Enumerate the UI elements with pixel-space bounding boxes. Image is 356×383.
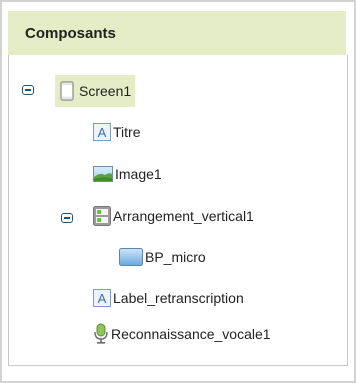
tree-node-label: BP_micro xyxy=(145,249,206,265)
tree-node-image1[interactable]: Image1 xyxy=(93,161,162,187)
tree-node-label: Arrangement_vertical1 xyxy=(113,208,254,224)
tree-node-label: Screen1 xyxy=(79,83,132,99)
tree-node-label-retranscription[interactable]: A Label_retranscription xyxy=(93,285,244,311)
screen-icon xyxy=(57,81,77,101)
svg-text:A: A xyxy=(98,291,107,306)
arrangement-collapse-toggle[interactable] xyxy=(61,213,73,223)
tree-node-titre[interactable]: A Titre xyxy=(93,119,140,145)
tree-node-label: Label_retranscription xyxy=(113,290,244,306)
tree-node-label: Titre xyxy=(113,124,141,140)
panel-title: Composants xyxy=(25,25,116,42)
label-icon: A xyxy=(93,123,111,141)
svg-text:A: A xyxy=(98,125,107,140)
tree-node-reconnaissance-vocale1[interactable]: Reconnaissance_vocale1 xyxy=(93,321,271,347)
tree-node-label: Image1 xyxy=(115,166,162,182)
tree-node-screen1[interactable]: Screen1 xyxy=(55,75,136,107)
screen1-collapse-toggle[interactable] xyxy=(22,85,34,95)
components-tree: Screen1 A Titre Image1 Arrangement_verti… xyxy=(8,55,348,366)
button-icon xyxy=(119,247,143,267)
image-icon xyxy=(93,166,113,182)
components-panel: Composants Screen1 A Titre Image1 Arrang… xyxy=(0,0,356,383)
vertical-arrangement-icon xyxy=(93,206,111,226)
panel-header: Composants xyxy=(8,11,346,55)
label-icon: A xyxy=(93,289,111,307)
tree-node-label: Reconnaissance_vocale1 xyxy=(111,326,271,342)
tree-node-arrangement-vertical1[interactable]: Arrangement_vertical1 xyxy=(93,203,254,229)
speech-recognizer-icon xyxy=(93,323,109,345)
tree-node-bp-micro[interactable]: BP_micro xyxy=(119,244,206,270)
